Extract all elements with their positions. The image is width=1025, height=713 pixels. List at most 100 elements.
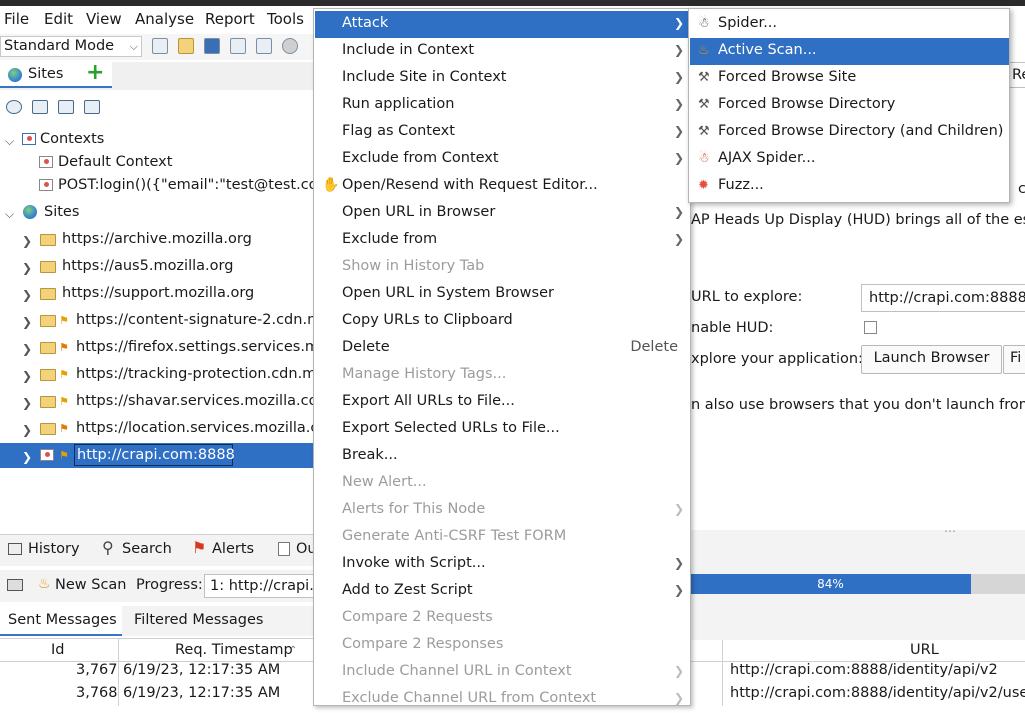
chevron-down-icon[interactable]: ⌵ xyxy=(5,207,14,222)
tab-sent-messages[interactable]: Sent Messages xyxy=(0,606,122,636)
menu-item-export-selected-urls[interactable]: Export Selected URLs to File... xyxy=(315,416,690,443)
col-url[interactable]: URL xyxy=(910,642,939,658)
chevron-right-icon[interactable]: ❯ xyxy=(22,288,32,302)
folder-icon xyxy=(40,396,56,408)
url-to-explore-input[interactable]: http://crapi.com:8888/ xyxy=(861,284,1025,312)
menu-item-break[interactable]: Break... xyxy=(315,443,690,470)
import-context-icon[interactable] xyxy=(58,100,74,114)
tree-site[interactable]: https://location.services.mozilla.co xyxy=(76,420,313,436)
target-icon[interactable] xyxy=(6,100,22,114)
tree-site[interactable]: https://content-signature-2.cdn.mo xyxy=(76,312,313,328)
export-context-icon[interactable] xyxy=(84,100,100,114)
flag-icon: ⚑ xyxy=(59,422,69,435)
chevron-right-icon[interactable]: ❯ xyxy=(22,369,32,383)
menu-item-run-application[interactable]: Run application ❯ xyxy=(315,92,690,119)
tree-site[interactable]: https://aus5.mozilla.org xyxy=(62,258,233,274)
browser-select-partial[interactable]: Fi xyxy=(1003,345,1025,374)
tree-post-context[interactable]: POST:login()({"email":"test@test.com xyxy=(58,177,313,193)
save-session-icon[interactable] xyxy=(204,38,220,54)
tab-search[interactable]: Search xyxy=(122,541,172,557)
menu-item-add-to-zest-script[interactable]: Add to Zest Script ❯ xyxy=(315,578,690,605)
menu-item-open-url-in-system-browser[interactable]: Open URL in System Browser xyxy=(315,281,690,308)
chevron-right-icon: ❯ xyxy=(673,664,684,678)
menu-item-accelerator: Delete xyxy=(630,339,678,355)
menu-item-include-site-in-context[interactable]: Include Site in Context ❯ xyxy=(315,65,690,92)
gear-icon[interactable] xyxy=(282,38,298,54)
new-context-icon[interactable] xyxy=(32,100,48,114)
menu-item-flag-as-context[interactable]: Flag as Context ❯ xyxy=(315,119,690,146)
submenu-item-forced-browse-directory[interactable]: ⚒ Forced Browse Directory xyxy=(690,92,1009,119)
globe-icon xyxy=(8,68,22,82)
cell-url: http://crapi.com:8888/identity/api/v2 xyxy=(730,662,998,678)
flame-icon: ♨ xyxy=(698,43,710,58)
chevron-right-icon[interactable]: ❯ xyxy=(22,423,32,437)
splitter-handle-icon[interactable]: ⋯ xyxy=(944,524,956,538)
menu-view[interactable]: View xyxy=(86,10,122,28)
tree-site[interactable]: https://support.mozilla.org xyxy=(62,285,254,301)
chevron-right-icon[interactable]: ❯ xyxy=(22,396,32,410)
tree-contexts[interactable]: Contexts xyxy=(40,131,104,147)
menu-item-delete[interactable]: Delete Delete xyxy=(315,335,690,362)
menu-item-label: Flag as Context xyxy=(342,123,455,139)
mode-select-value: Standard Mode xyxy=(4,38,115,54)
tab-filtered-messages[interactable]: Filtered Messages xyxy=(134,612,263,628)
mode-select[interactable]: Standard Mode ⌵ xyxy=(0,36,142,57)
menu-item-compare-2-responses: Compare 2 Responses xyxy=(315,632,690,659)
menu-item-invoke-with-script[interactable]: Invoke with Script... ❯ xyxy=(315,551,690,578)
chevron-right-icon: ❯ xyxy=(673,583,684,597)
submenu-item-active-scan[interactable]: ♨ Active Scan... xyxy=(690,38,1009,65)
menu-item-copy-urls-to-clipboard[interactable]: Copy URLs to Clipboard xyxy=(315,308,690,335)
tree-site[interactable]: https://tracking-protection.cdn.mo xyxy=(76,366,313,382)
launch-browser-button[interactable]: Launch Browser xyxy=(861,345,1002,374)
menu-item-label: Run application xyxy=(342,96,455,112)
menu-item-label: Generate Anti-CSRF Test FORM xyxy=(342,528,567,544)
chevron-right-icon[interactable]: ❯ xyxy=(22,342,32,356)
chevron-down-icon[interactable]: ⌵ xyxy=(5,134,14,149)
tree-default-context[interactable]: Default Context xyxy=(58,154,172,170)
submenu-item-forced-browse-directory-children[interactable]: ⚒ Forced Browse Directory (and Children) xyxy=(690,119,1009,146)
submenu-item-forced-browse-site[interactable]: ⚒ Forced Browse Site xyxy=(690,65,1009,92)
tree-sites[interactable]: Sites xyxy=(44,204,79,220)
chevron-right-icon[interactable]: ❯ xyxy=(22,261,32,275)
contexts-icon xyxy=(22,133,36,145)
tree-site[interactable]: https://shavar.services.mozilla.cor xyxy=(76,393,313,409)
menu-item-open-url-in-browser[interactable]: Open URL in Browser ❯ xyxy=(315,200,690,227)
menu-item-include-in-context[interactable]: Include in Context ❯ xyxy=(315,38,690,65)
folder-icon xyxy=(40,261,56,273)
menu-analyse[interactable]: Analyse xyxy=(135,10,194,28)
menu-item-open-resend-request-editor[interactable]: ✋ Open/Resend with Request Editor... xyxy=(315,173,690,200)
col-req-timestamp[interactable]: Req. Timestamp xyxy=(175,642,293,658)
enable-hud-checkbox[interactable] xyxy=(864,321,877,334)
snapshot-icon[interactable] xyxy=(230,38,246,54)
hammer-icon: ⚒ xyxy=(698,97,710,112)
menu-edit[interactable]: Edit xyxy=(44,10,73,28)
chevron-right-icon[interactable]: ❯ xyxy=(22,315,32,329)
tab-alerts[interactable]: Alerts xyxy=(212,541,254,557)
submenu-item-spider[interactable]: ☃ Spider... xyxy=(690,11,1009,38)
tree-site-selected[interactable]: http://crapi.com:8888 xyxy=(77,447,235,463)
submenu-item-ajax-spider[interactable]: ☃ AJAX Spider... xyxy=(690,146,1009,173)
menu-item-label: Invoke with Script... xyxy=(342,555,486,571)
new-scan-button[interactable]: New Scan xyxy=(55,577,127,593)
add-tab-icon[interactable]: + xyxy=(86,60,104,85)
chevron-right-icon[interactable]: ❯ xyxy=(22,450,32,464)
menu-item-exclude-from-context[interactable]: Exclude from Context ❯ xyxy=(315,146,690,173)
open-session-icon[interactable] xyxy=(178,38,194,54)
tree-site[interactable]: https://firefox.settings.services.mo xyxy=(76,339,313,355)
menu-item-export-all-urls[interactable]: Export All URLs to File... xyxy=(315,389,690,416)
new-session-icon[interactable] xyxy=(152,38,168,54)
submenu-item-fuzz[interactable]: ✹ Fuzz... xyxy=(690,173,1009,200)
chevron-right-icon: ❯ xyxy=(673,43,684,57)
progress-select[interactable]: 1: http://crapi. xyxy=(204,574,316,598)
col-id[interactable]: Id xyxy=(51,642,64,658)
menu-tools[interactable]: Tools xyxy=(267,10,304,28)
menu-report[interactable]: Report xyxy=(205,10,255,28)
session-properties-icon[interactable] xyxy=(256,38,272,54)
tree-site[interactable]: https://archive.mozilla.org xyxy=(62,231,252,247)
menu-item-label: Show in History Tab xyxy=(342,258,485,274)
chevron-right-icon[interactable]: ❯ xyxy=(22,234,32,248)
menu-item-exclude-from[interactable]: Exclude from ❯ xyxy=(315,227,690,254)
tab-history[interactable]: History xyxy=(28,541,80,557)
menu-file[interactable]: File xyxy=(4,10,29,28)
menu-item-attack[interactable]: Attack ❯ xyxy=(315,11,690,38)
